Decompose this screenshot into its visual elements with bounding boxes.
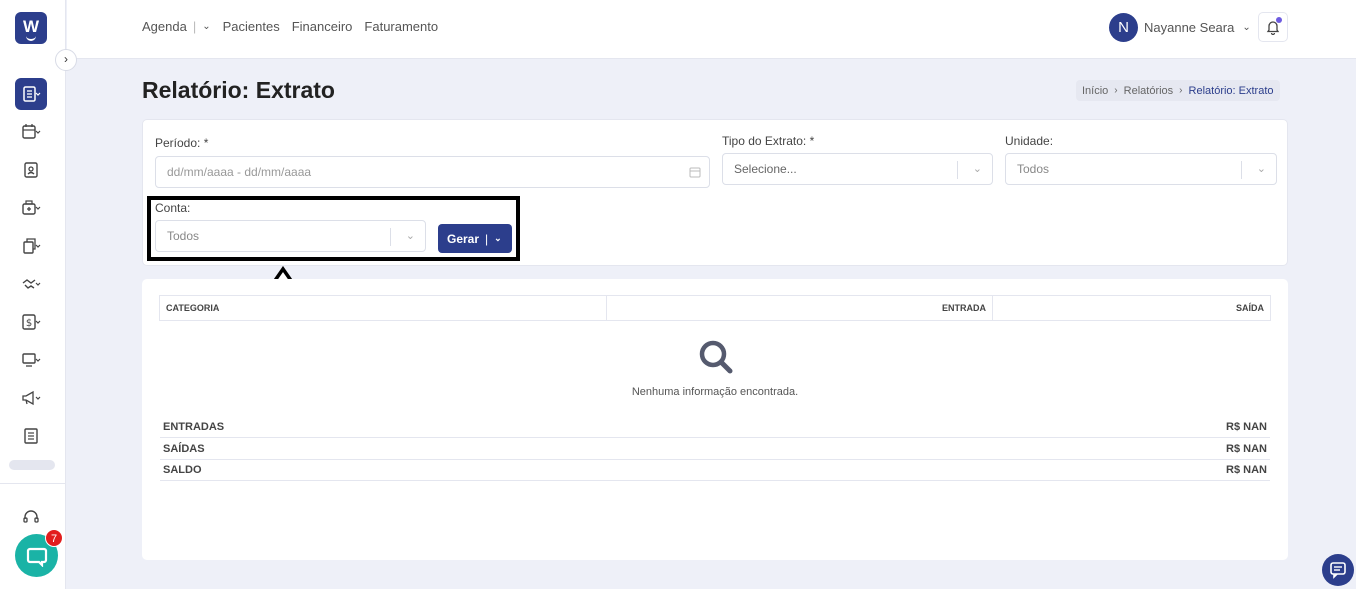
page-title: Relatório: Extrato [142,77,335,103]
sidebar-item-finance[interactable]: $ [15,306,47,338]
notifications-button[interactable] [1258,12,1288,42]
summary-label: ENTRADAS [163,420,225,433]
unidade-value: Todos [1017,162,1050,176]
summary-value: R$ NAN [1226,463,1267,476]
sidebar-item-news[interactable] [15,420,47,452]
megaphone-icon [22,390,41,406]
summary-value: R$ NAN [1226,442,1267,455]
periodo-date-range-input[interactable]: dd/mm/aaaa - dd/mm/aaaa [155,156,710,188]
sidebar-item-monitor[interactable] [15,344,47,376]
sidebar-divider [0,483,66,484]
calendar-icon [22,124,41,139]
nav-financeiro[interactable]: Financeiro [292,19,353,34]
unidade-select[interactable]: Todos ⌄ [1005,153,1277,185]
select-divider [1241,161,1242,179]
app-logo[interactable]: W [15,12,47,44]
tipo-extrato-value: Selecione... [734,162,797,176]
documents-icon [23,238,41,254]
user-name: Nayanne Seara [1144,20,1235,35]
breadcrumb: Início › Relatórios › Relatório: Extrato [1076,80,1280,101]
chevron-down-icon: ⌄ [972,163,982,175]
sidebar-toggle-button[interactable]: › [55,49,77,71]
summary-row: SAÍDAS R$ NAN [160,438,1270,460]
column-header-categoria[interactable]: CATEGORIA [160,296,607,320]
breadcrumb-reports[interactable]: Relatórios [1124,85,1174,97]
periodo-placeholder: dd/mm/aaaa - dd/mm/aaaa [167,165,312,179]
nav-pacientes[interactable]: Pacientes [223,19,280,34]
chat-icon [26,547,47,567]
chevron-down-icon[interactable]: ⌄ [202,21,210,32]
results-card: CATEGORIA ENTRADA SAÍDA Nenhuma informaç… [142,279,1288,560]
sidebar: W $ [0,0,66,589]
sidebar-item-marketing[interactable] [15,382,47,414]
nav-separator: | [192,19,197,34]
search-icon [699,340,733,374]
table-header: CATEGORIA ENTRADA SAÍDA [159,295,1271,321]
monitor-icon [22,353,41,367]
breadcrumb-separator: › [1114,85,1118,96]
summary-value: R$ NAN [1226,420,1267,433]
topbar: Agenda | ⌄ Pacientes Financeiro Faturame… [67,0,1356,59]
chat-unread-badge: 7 [45,529,63,547]
chevron-right-icon: › [64,52,68,66]
message-icon [1330,562,1346,579]
select-divider [957,161,958,179]
logo-letter: W [22,17,40,36]
help-chat-button[interactable] [1322,554,1354,586]
user-menu[interactable]: N Nayanne Seara ⌄ [1109,13,1251,42]
periodo-label: Período: * [155,136,209,150]
tipo-extrato-select[interactable]: Selecione... ⌄ [722,153,993,185]
chevron-down-icon: ⌄ [1242,22,1251,33]
sidebar-item-documents[interactable] [15,230,47,262]
summary-row: ENTRADAS R$ NAN [160,416,1270,438]
annotation-highlight-box [147,196,520,261]
sidebar-item-agenda[interactable] [15,116,47,148]
nav-agenda[interactable]: Agenda [142,19,187,34]
report-icon [23,86,41,102]
avatar: N [1109,13,1138,42]
breadcrumb-home[interactable]: Início [1082,85,1108,97]
calendar-icon [689,167,701,178]
newspaper-icon [24,428,38,444]
nav-faturamento[interactable]: Faturamento [364,19,438,34]
chevron-down-icon: ⌄ [1256,163,1266,175]
handshake-icon [22,279,41,289]
empty-state-message: Nenhuma informação encontrada. [631,386,799,398]
svg-text:$: $ [26,318,32,329]
money-icon: $ [22,314,41,330]
column-header-entrada[interactable]: ENTRADA [607,296,993,320]
column-header-saida[interactable]: SAÍDA [993,296,1270,320]
breadcrumb-separator: › [1179,85,1183,96]
breadcrumb-current: Relatório: Extrato [1188,84,1274,97]
notification-dot [1276,17,1282,23]
sidebar-scrollbar[interactable] [9,460,55,470]
summary-row: SALDO R$ NAN [160,459,1270,481]
main-nav: Agenda | ⌄ Pacientes Financeiro Faturame… [142,19,450,34]
summary-label: SALDO [163,463,202,476]
headset-icon [23,510,39,523]
medical-bag-icon [22,200,41,215]
unidade-label: Unidade: [1005,134,1054,148]
patient-badge-icon [24,162,38,178]
sidebar-item-reports[interactable] [15,78,47,110]
sidebar-item-partners[interactable] [15,268,47,300]
sidebar-item-patients[interactable] [15,154,47,186]
tipo-extrato-label: Tipo do Extrato: * [722,134,815,148]
summary-label: SAÍDAS [163,442,205,455]
sidebar-item-support[interactable] [15,501,47,533]
sidebar-item-medical[interactable] [15,192,47,224]
